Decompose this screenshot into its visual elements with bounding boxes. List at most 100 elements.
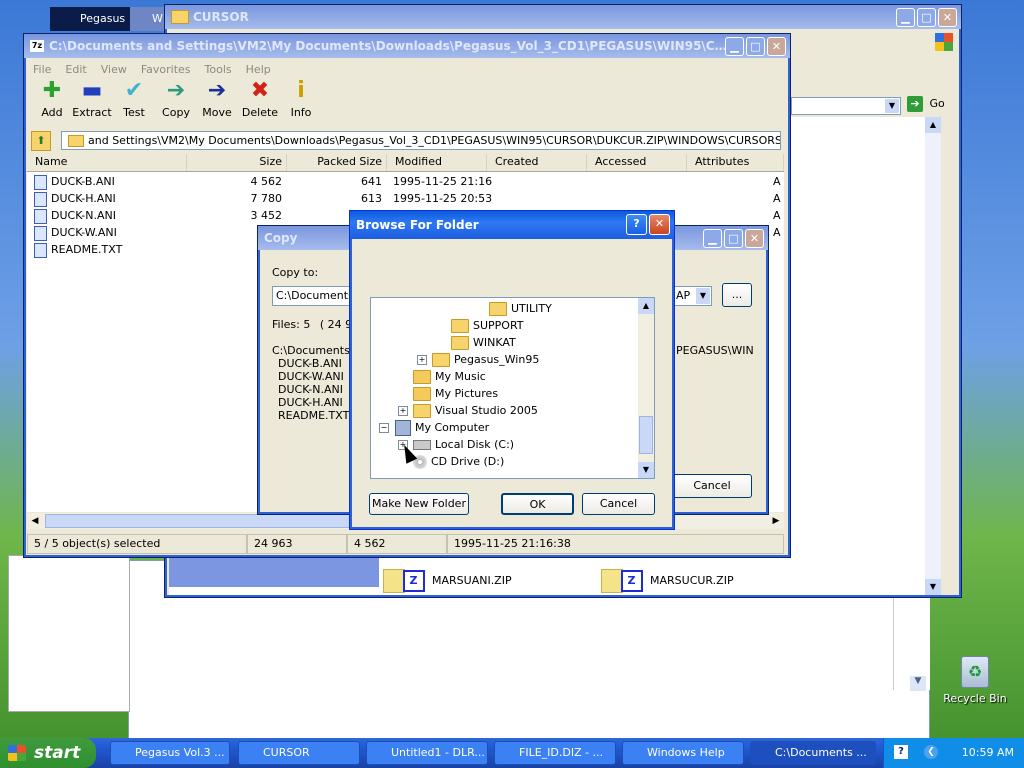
info-button[interactable]: i Info bbox=[284, 42, 318, 120]
my-computer-icon bbox=[395, 420, 411, 436]
taskbar-item[interactable]: C:\Documents ... bbox=[750, 741, 876, 765]
tree-node[interactable]: My Computer bbox=[395, 419, 489, 436]
maximize-button[interactable]: □ bbox=[724, 229, 743, 248]
tree-node[interactable]: Pegasus_Win95 bbox=[432, 351, 539, 368]
maximize-button[interactable]: □ bbox=[746, 37, 765, 56]
copy-cancel-button[interactable]: Cancel bbox=[672, 474, 752, 498]
zip-file-item[interactable]: Z MARSUCUR.ZIP bbox=[601, 569, 761, 593]
tree-node[interactable]: My Pictures bbox=[413, 385, 498, 402]
chevron-down-icon[interactable]: ▼ bbox=[885, 99, 899, 113]
status-size: 24 963 bbox=[247, 534, 347, 554]
column-name[interactable]: Name bbox=[27, 154, 187, 171]
ok-label: OK bbox=[529, 498, 546, 511]
cursor-address-dropdown[interactable]: ▼ bbox=[791, 97, 901, 115]
collapse-minus-icon[interactable]: − bbox=[379, 423, 389, 433]
scroll-thumb[interactable] bbox=[639, 416, 653, 454]
expand-plus-icon[interactable]: + bbox=[417, 355, 427, 365]
scroll-right-arrow[interactable]: ▶ bbox=[768, 513, 784, 529]
cursor-vertical-scrollbar[interactable]: ▲ ▼ bbox=[925, 117, 941, 595]
status-bar: 5 / 5 object(s) selected 24 963 4 562 19… bbox=[27, 534, 784, 554]
make-new-folder-button[interactable]: Make New Folder bbox=[369, 493, 469, 515]
close-button[interactable]: ✕ bbox=[745, 229, 764, 248]
help-button[interactable]: ? bbox=[626, 214, 647, 235]
taskbar-item[interactable]: Windows Help bbox=[622, 741, 744, 765]
tree-scrollbar[interactable]: ▲ ▼ bbox=[638, 298, 654, 478]
move-button[interactable]: ➔ Move bbox=[200, 42, 234, 120]
minimize-button[interactable]: ▁ bbox=[725, 37, 744, 56]
scroll-left-arrow[interactable]: ◀ bbox=[27, 513, 43, 529]
tree-node-label: My Computer bbox=[415, 421, 490, 434]
help-icon: ? bbox=[633, 217, 640, 230]
file-line: README.TXT bbox=[278, 409, 350, 422]
recycle-bin[interactable]: ♻ Recycle Bin bbox=[942, 656, 1008, 712]
folder-icon bbox=[413, 404, 431, 418]
scroll-up-arrow[interactable]: ▲ bbox=[925, 117, 941, 133]
maximize-button[interactable]: □ bbox=[917, 8, 936, 27]
column-packed-size[interactable]: Packed Size bbox=[287, 154, 387, 171]
file-lines: DUCK-B.ANI DUCK-W.ANI DUCK-N.ANI DUCK-H.… bbox=[278, 357, 349, 422]
close-button[interactable]: ✕ bbox=[767, 37, 786, 56]
column-attributes[interactable]: Attributes bbox=[687, 154, 784, 171]
tree-node[interactable]: UTILITY bbox=[489, 300, 552, 317]
expand-plus-icon[interactable]: + bbox=[398, 406, 408, 416]
minimize-button[interactable]: ▁ bbox=[703, 229, 722, 248]
folder-icon bbox=[489, 302, 507, 316]
file-row[interactable]: DUCK-B.ANI 4 562 641 1995-11-25 21:16 A bbox=[27, 173, 784, 190]
tree-node[interactable]: SUPPORT bbox=[451, 317, 524, 334]
chevron-down-icon[interactable]: ▼ bbox=[696, 288, 710, 304]
sevenzip-title: C:\Documents and Settings\VM2\My Documen… bbox=[49, 39, 729, 53]
ani-file-icon bbox=[34, 174, 47, 190]
windows-logo-icon bbox=[935, 33, 953, 51]
tree-node[interactable]: Local Disk (C:) bbox=[413, 436, 514, 453]
file-row[interactable]: DUCK-H.ANI 7 780 613 1995-11-25 20:53 A bbox=[27, 190, 784, 207]
tree-node[interactable]: WINKAT bbox=[451, 334, 516, 351]
tray-expand-icon[interactable]: ❮ bbox=[924, 745, 938, 759]
copy-to-path-field[interactable]: C:\Documents a bbox=[272, 286, 352, 306]
taskbar-item[interactable]: Untitled1 - DLR... bbox=[366, 741, 488, 765]
add-button[interactable]: ✚ Add bbox=[35, 42, 69, 120]
taskbar-item[interactable]: FILE_ID.DIZ - ... bbox=[494, 741, 616, 765]
background-scroll-down-arrow[interactable]: ▼ bbox=[910, 676, 926, 691]
address-field[interactable]: and Settings\VM2\My Documents\Downloads\… bbox=[61, 131, 781, 150]
close-button[interactable]: ✕ bbox=[649, 214, 670, 235]
column-accessed[interactable]: Accessed bbox=[587, 154, 687, 171]
scroll-up-arrow[interactable]: ▲ bbox=[638, 298, 654, 314]
up-folder-icon[interactable]: ⬆ bbox=[31, 131, 51, 151]
scroll-down-arrow[interactable]: ▼ bbox=[925, 579, 941, 595]
scroll-down-arrow[interactable]: ▼ bbox=[638, 462, 654, 478]
zip-file-item[interactable]: Z MARSUANI.ZIP bbox=[383, 569, 543, 593]
tree-node-label: SUPPORT bbox=[473, 319, 524, 332]
file-line: DUCK-H.ANI bbox=[278, 396, 343, 409]
info-icon: i bbox=[297, 78, 305, 103]
taskbar-item[interactable]: Pegasus Vol.3 ... bbox=[110, 741, 230, 765]
pegasus-tab[interactable]: Pegasus V bbox=[50, 7, 130, 49]
column-created[interactable]: Created bbox=[487, 154, 587, 171]
tree-node[interactable]: Visual Studio 2005 bbox=[413, 402, 538, 419]
copy-button[interactable]: ➔ Copy bbox=[159, 42, 193, 120]
delete-button[interactable]: ✖ Delete bbox=[242, 42, 278, 120]
help-tray-icon[interactable]: ? bbox=[894, 745, 908, 759]
column-size[interactable]: Size bbox=[187, 154, 287, 171]
taskbar-item[interactable]: CURSOR bbox=[238, 741, 360, 765]
cursor-window-titlebar[interactable]: CURSOR ▁ □ ✕ bbox=[165, 5, 961, 29]
tree-node[interactable]: CD Drive (D:) bbox=[413, 453, 504, 470]
test-button[interactable]: ✔ Test bbox=[117, 42, 151, 120]
start-button[interactable]: start bbox=[0, 738, 96, 768]
extract-button[interactable]: ▬ Extract bbox=[72, 42, 111, 120]
close-button[interactable]: ✕ bbox=[938, 8, 957, 27]
windows-help-tab[interactable]: W bbox=[130, 7, 165, 31]
go-button[interactable]: ➔ Go bbox=[907, 96, 953, 116]
column-modified[interactable]: Modified bbox=[387, 154, 487, 171]
tree-node[interactable]: My Music bbox=[413, 368, 486, 385]
browse-button[interactable]: ... bbox=[722, 283, 752, 307]
folder-icon bbox=[451, 336, 469, 350]
clock: 10:59 AM bbox=[961, 746, 1014, 759]
ok-button[interactable]: OK bbox=[501, 493, 574, 515]
minimize-button[interactable]: ▁ bbox=[896, 8, 915, 27]
copy-to-path-dropdown[interactable]: AP ▼ bbox=[672, 286, 712, 306]
test-icon: ✔ bbox=[124, 78, 144, 103]
browse-dialog-titlebar[interactable]: Browse For Folder ? ✕ bbox=[350, 211, 674, 239]
left-window-body bbox=[8, 555, 130, 712]
scroll-thumb[interactable] bbox=[45, 514, 375, 528]
cancel-button[interactable]: Cancel bbox=[582, 493, 655, 515]
